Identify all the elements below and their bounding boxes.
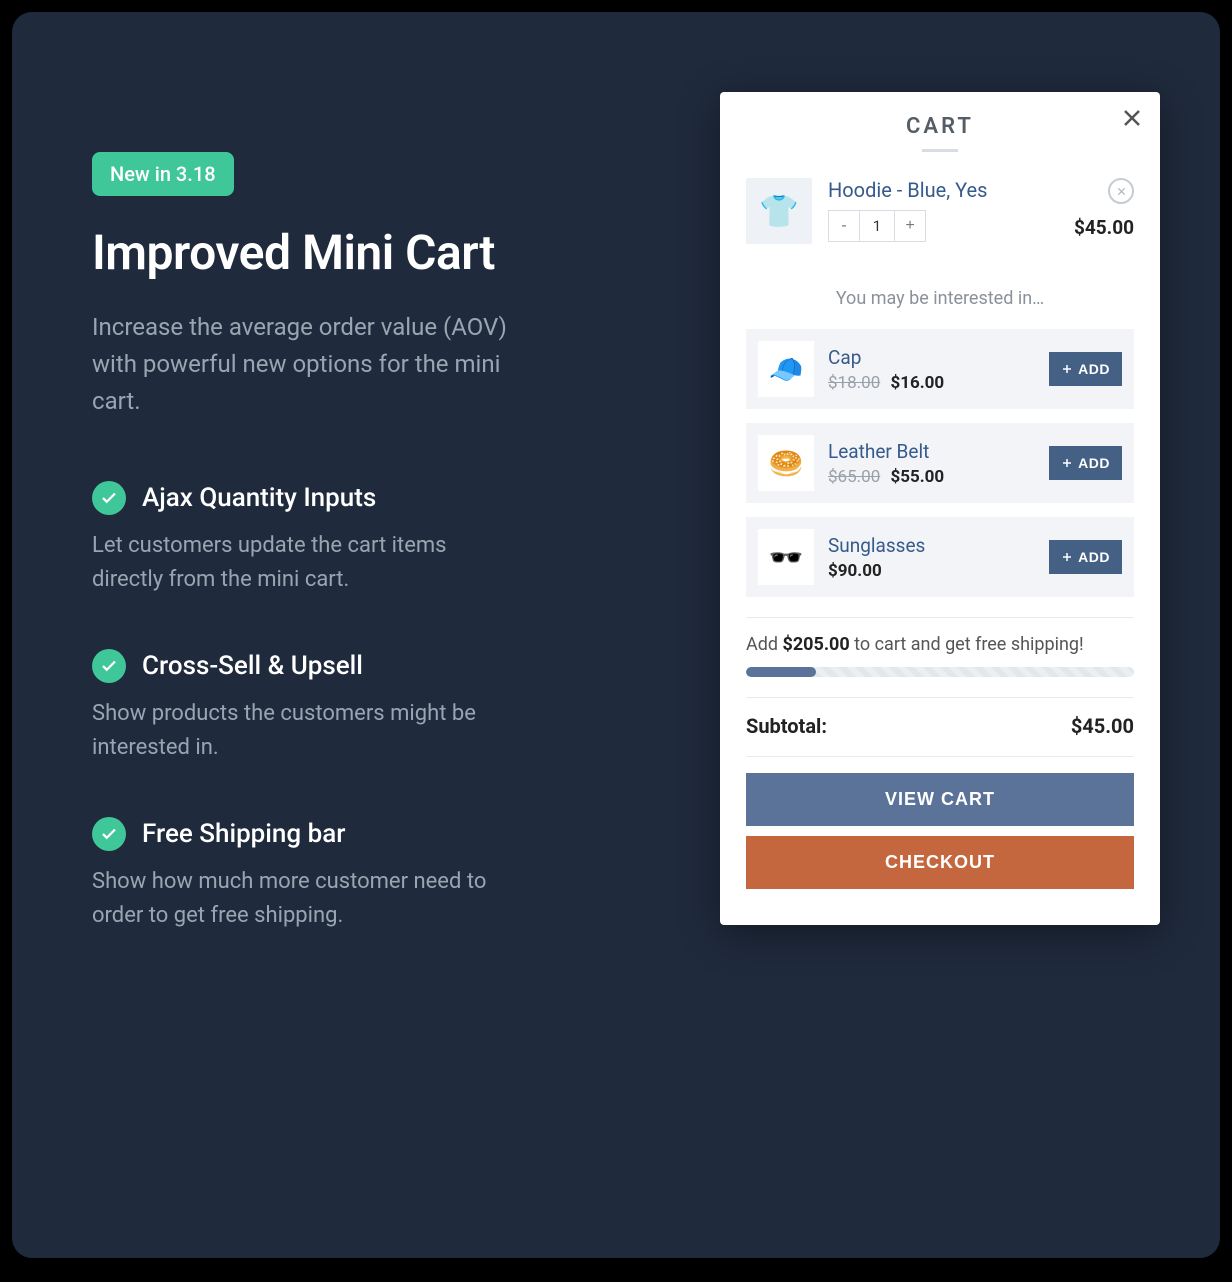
quantity-stepper: - 1 +: [828, 210, 926, 242]
feature-title: Cross-Sell & Upsell: [142, 651, 363, 681]
product-thumb: 🥯: [758, 435, 814, 491]
cross-sell-heading: You may be interested in…: [746, 288, 1134, 309]
feature-cross-sell: Cross-Sell & Upsell Show products the cu…: [92, 649, 660, 765]
new-price: $55.00: [890, 467, 944, 487]
add-to-cart-button[interactable]: ADD: [1049, 446, 1122, 480]
suggestion-name[interactable]: Sunglasses: [828, 534, 1035, 557]
old-price: $18.00: [828, 373, 880, 393]
add-to-cart-button[interactable]: ADD: [1049, 540, 1122, 574]
divider: [746, 697, 1134, 698]
check-icon: [92, 817, 126, 851]
close-icon[interactable]: [1120, 106, 1144, 130]
new-price: $16.00: [890, 373, 944, 393]
subtotal-value: $45.00: [1071, 714, 1134, 738]
check-icon: [92, 649, 126, 683]
qty-minus-button[interactable]: -: [829, 211, 859, 241]
old-price: $65.00: [828, 467, 880, 487]
divider: [746, 617, 1134, 618]
feature-desc: Show how much more customer need to orde…: [92, 865, 512, 933]
divider: [746, 756, 1134, 757]
mini-cart-panel: CART 👕 Hoodie - Blue, Yes - 1 + $45.00 Y…: [720, 92, 1160, 925]
feature-ajax-qty: Ajax Quantity Inputs Let customers updat…: [92, 481, 660, 597]
new-price: $90.00: [828, 561, 882, 581]
suggestion-name[interactable]: Leather Belt: [828, 440, 1035, 463]
feature-desc: Let customers update the cart items dire…: [92, 529, 512, 597]
suggestion-name[interactable]: Cap: [828, 346, 1035, 369]
product-thumb: 👕: [746, 178, 812, 244]
subtotal-label: Subtotal:: [746, 714, 827, 738]
product-thumb: 🕶️: [758, 529, 814, 585]
add-label: ADD: [1078, 549, 1110, 565]
view-cart-button[interactable]: VIEW CART: [746, 773, 1134, 826]
version-badge: New in 3.18: [92, 152, 234, 196]
feature-title: Ajax Quantity Inputs: [142, 483, 376, 513]
title-divider: [922, 149, 958, 152]
cart-item-name[interactable]: Hoodie - Blue, Yes: [828, 178, 1058, 202]
page-headline: Improved Mini Cart: [92, 224, 660, 281]
free-shipping-message: Add $205.00 to cart and get free shippin…: [746, 634, 1134, 655]
feature-title: Free Shipping bar: [142, 819, 345, 849]
cart-line-item: 👕 Hoodie - Blue, Yes - 1 + $45.00: [746, 178, 1134, 244]
suggestion-item: 🥯 Leather Belt $65.00 $55.00 ADD: [746, 423, 1134, 503]
check-icon: [92, 481, 126, 515]
qty-plus-button[interactable]: +: [895, 211, 925, 241]
free-shipping-progress: [746, 667, 1134, 677]
page-subhead: Increase the average order value (AOV) w…: [92, 309, 512, 421]
suggestion-item: 🧢 Cap $18.00 $16.00 ADD: [746, 329, 1134, 409]
add-label: ADD: [1078, 361, 1110, 377]
progress-fill: [746, 667, 816, 677]
cart-title: CART: [746, 114, 1134, 139]
cart-item-price: $45.00: [1074, 216, 1134, 239]
qty-value: 1: [859, 211, 895, 241]
feature-desc: Show products the customers might be int…: [92, 697, 512, 765]
feature-free-shipping: Free Shipping bar Show how much more cus…: [92, 817, 660, 933]
checkout-button[interactable]: CHECKOUT: [746, 836, 1134, 889]
product-thumb: 🧢: [758, 341, 814, 397]
add-label: ADD: [1078, 455, 1110, 471]
remove-item-button[interactable]: [1108, 178, 1134, 204]
suggestion-item: 🕶️ Sunglasses $90.00 ADD: [746, 517, 1134, 597]
add-to-cart-button[interactable]: ADD: [1049, 352, 1122, 386]
